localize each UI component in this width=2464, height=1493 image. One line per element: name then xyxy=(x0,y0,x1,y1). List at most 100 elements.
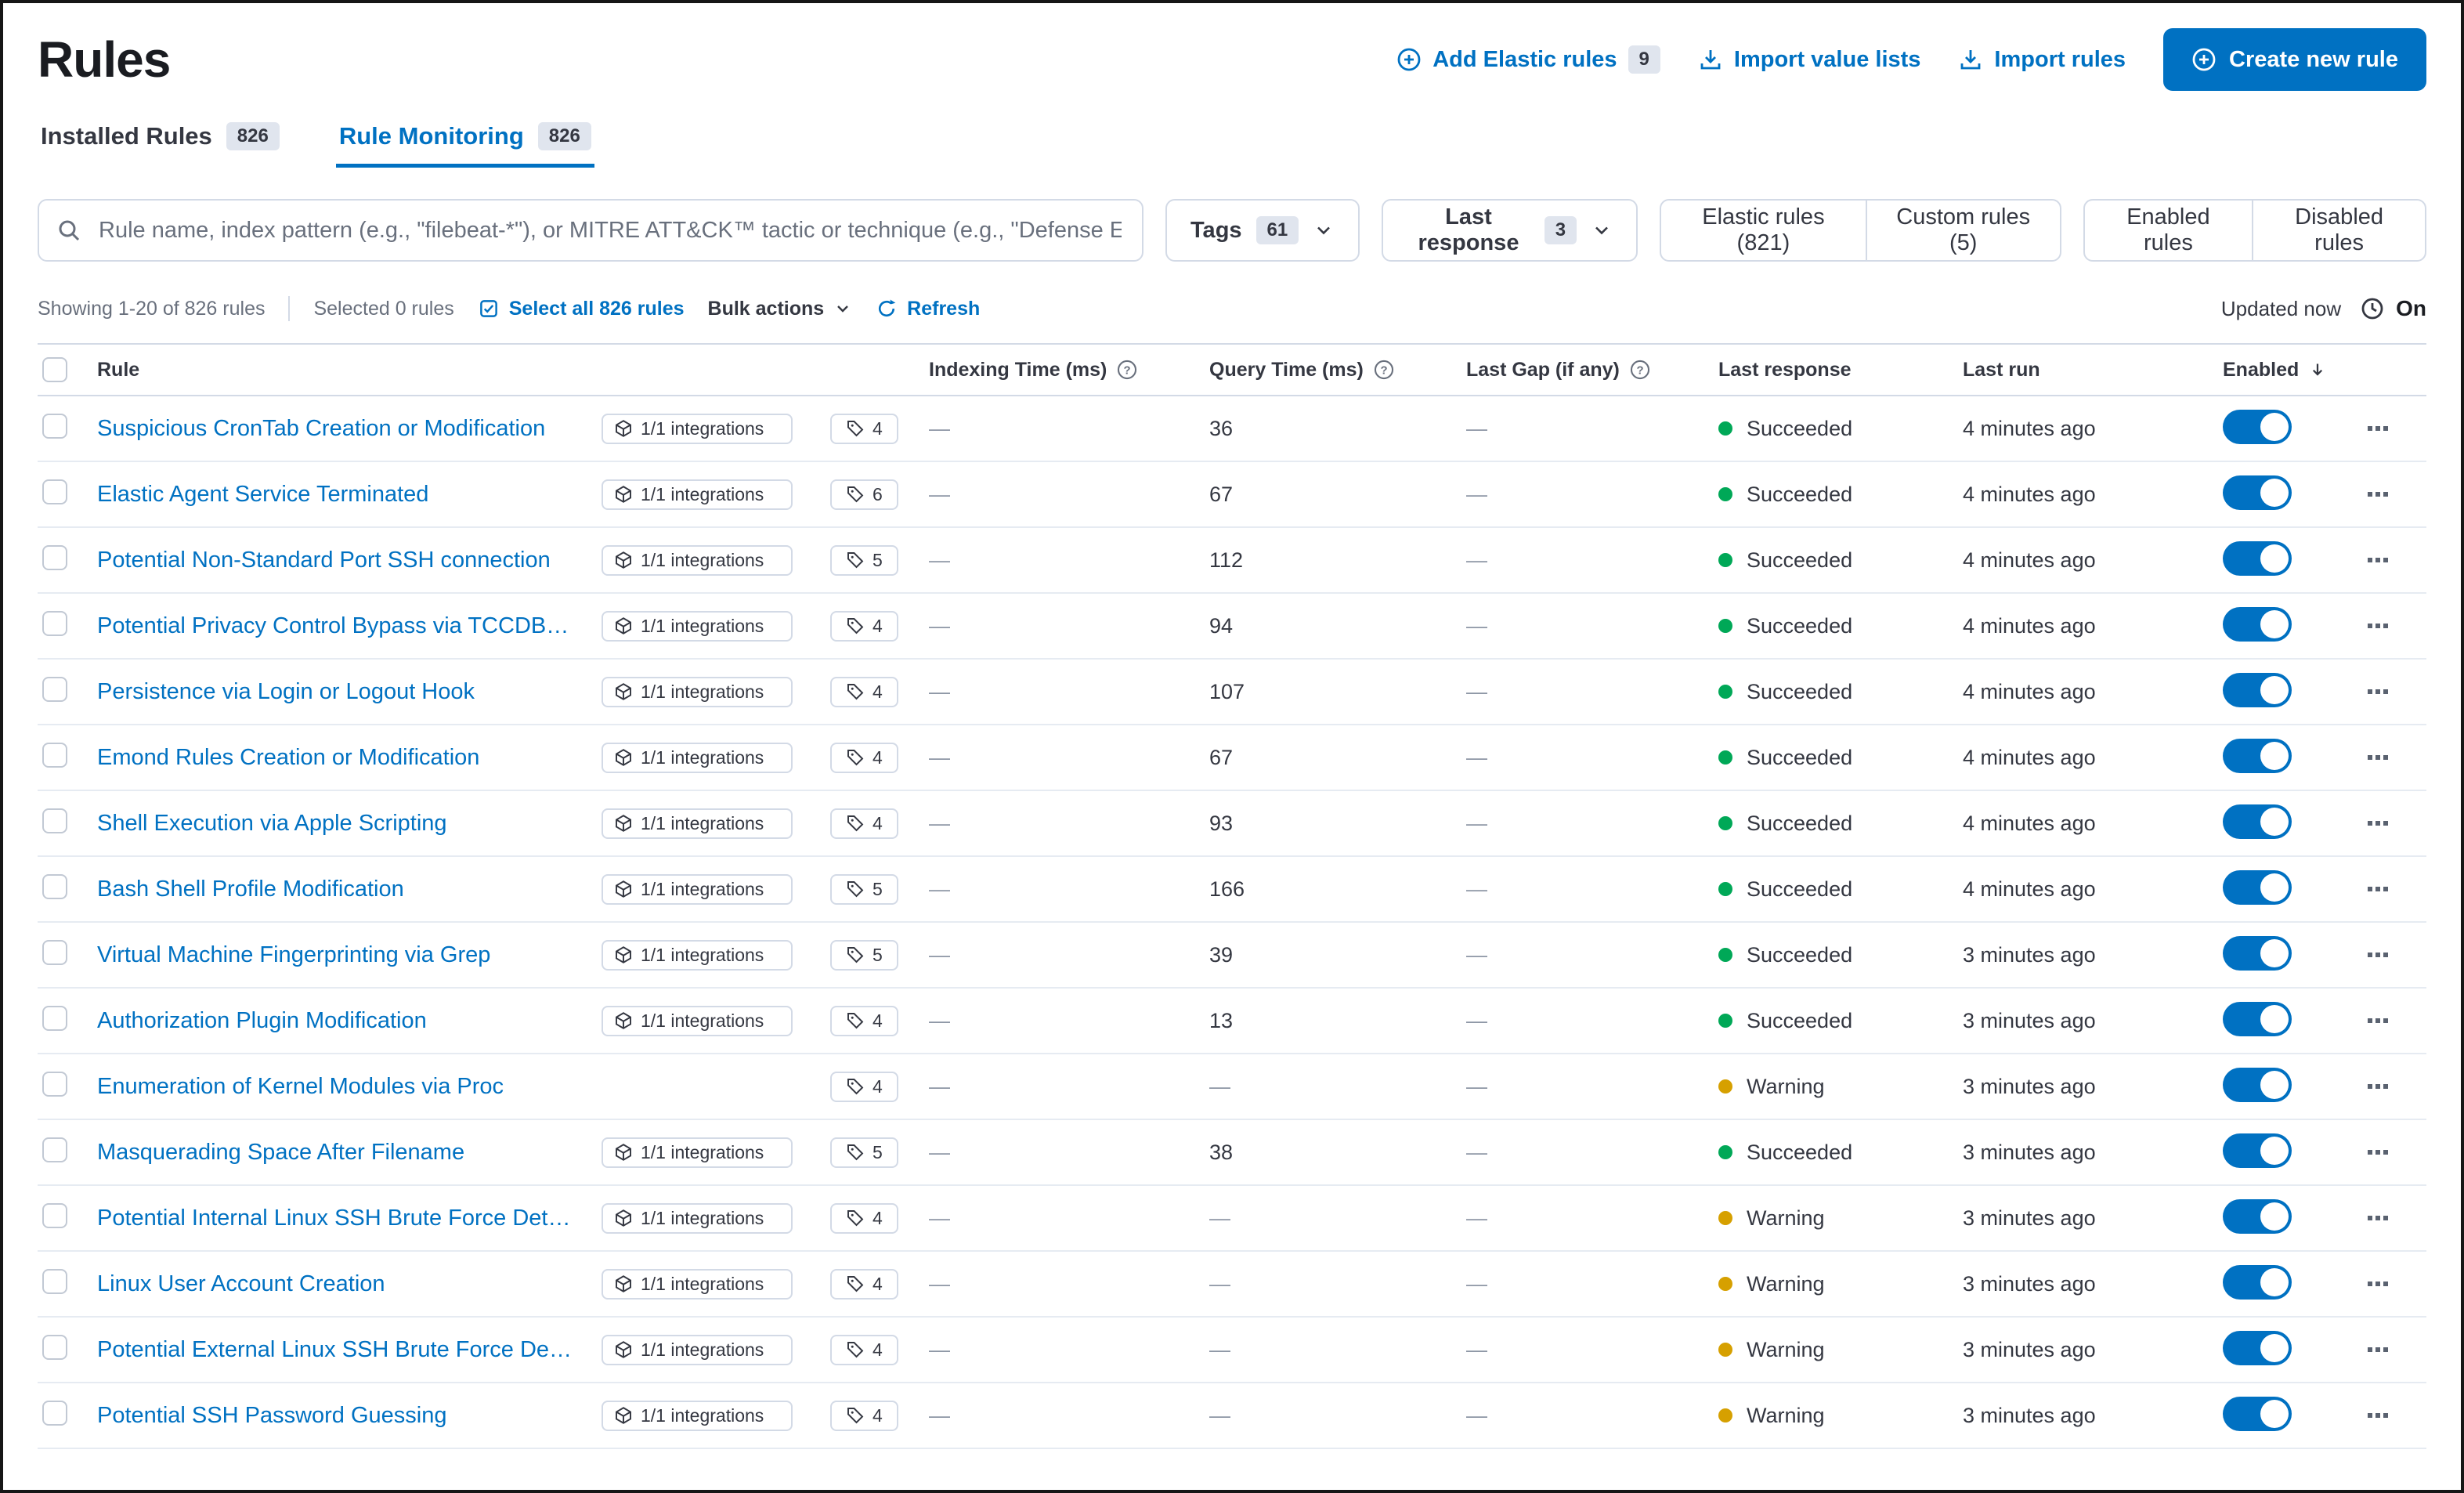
column-header-query-time[interactable]: Query Time (ms) ? xyxy=(1209,359,1466,381)
integrations-badge[interactable]: 1/1 integrations xyxy=(602,1268,793,1300)
tab-rule-monitoring[interactable]: Rule Monitoring 826 xyxy=(335,110,594,168)
enabled-toggle[interactable] xyxy=(2223,1330,2292,1365)
row-checkbox[interactable] xyxy=(42,1400,67,1426)
row-actions-button[interactable] xyxy=(2357,1198,2398,1238)
refresh-button[interactable]: Refresh xyxy=(876,298,980,320)
tags-badge[interactable]: 6 xyxy=(830,479,898,510)
column-header-indexing-time[interactable]: Indexing Time (ms) ? xyxy=(929,359,1209,381)
question-in-circle-icon[interactable]: ? xyxy=(1629,359,1651,381)
row-actions-button[interactable] xyxy=(2357,737,2398,778)
rule-name-link[interactable]: Enumeration of Kernel Modules via Proc xyxy=(97,1074,592,1100)
select-all-checkbox[interactable] xyxy=(42,357,67,382)
rule-name-link[interactable]: Potential Privacy Control Bypass via TCC… xyxy=(97,613,592,639)
enabled-rules-filter[interactable]: Enabled rules xyxy=(2085,201,2253,260)
enabled-toggle[interactable] xyxy=(2223,1067,2292,1102)
row-actions-button[interactable] xyxy=(2357,474,2398,515)
import-rules-button[interactable]: Import rules xyxy=(1958,47,2126,73)
column-header-enabled[interactable]: Enabled xyxy=(2223,359,2357,381)
select-all-rules-button[interactable]: Select all 826 rules xyxy=(478,298,685,320)
tags-badge[interactable]: 4 xyxy=(830,676,898,707)
tags-badge[interactable]: 4 xyxy=(830,610,898,642)
tags-badge[interactable]: 5 xyxy=(830,939,898,971)
enabled-toggle[interactable] xyxy=(2223,1264,2292,1300)
row-checkbox[interactable] xyxy=(42,479,67,504)
integrations-badge[interactable]: 1/1 integrations xyxy=(602,544,793,576)
row-actions-button[interactable] xyxy=(2357,1263,2398,1304)
auto-refresh-button[interactable]: On xyxy=(2360,296,2426,321)
integrations-badge[interactable]: 1/1 integrations xyxy=(602,676,793,707)
tags-badge[interactable]: 4 xyxy=(830,413,898,444)
row-checkbox[interactable] xyxy=(42,808,67,833)
rule-name-link[interactable]: Bash Shell Profile Modification xyxy=(97,877,592,902)
column-header-last-run[interactable]: Last run xyxy=(1963,359,2223,381)
integrations-badge[interactable]: 1/1 integrations xyxy=(602,939,793,971)
rule-name-link[interactable]: Potential External Linux SSH Brute Force… xyxy=(97,1337,592,1363)
tags-badge[interactable]: 4 xyxy=(830,1005,898,1036)
integrations-badge[interactable]: 1/1 integrations xyxy=(602,742,793,773)
rule-name-link[interactable]: Virtual Machine Fingerprinting via Grep xyxy=(97,942,592,968)
enabled-toggle[interactable] xyxy=(2223,935,2292,971)
row-checkbox[interactable] xyxy=(42,1071,67,1097)
row-actions-button[interactable] xyxy=(2357,1395,2398,1436)
enabled-toggle[interactable] xyxy=(2223,1133,2292,1168)
rule-name-link[interactable]: Potential SSH Password Guessing xyxy=(97,1403,592,1429)
tags-badge[interactable]: 5 xyxy=(830,1137,898,1168)
enabled-toggle[interactable] xyxy=(2223,672,2292,707)
tags-badge[interactable]: 4 xyxy=(830,1202,898,1234)
row-actions-button[interactable] xyxy=(2357,540,2398,580)
custom-rules-filter[interactable]: Custom rules (5) xyxy=(1865,201,2060,260)
column-header-last-response[interactable]: Last response xyxy=(1718,359,1963,381)
rule-name-link[interactable]: Persistence via Login or Logout Hook xyxy=(97,679,592,705)
tab-installed-rules[interactable]: Installed Rules 826 xyxy=(38,110,283,168)
question-in-circle-icon[interactable]: ? xyxy=(1373,359,1395,381)
row-checkbox[interactable] xyxy=(42,676,67,702)
row-actions-button[interactable] xyxy=(2357,1000,2398,1041)
tags-badge[interactable]: 4 xyxy=(830,1071,898,1102)
enabled-toggle[interactable] xyxy=(2223,804,2292,839)
last-response-filter-button[interactable]: Last response 3 xyxy=(1382,199,1638,262)
enabled-toggle[interactable] xyxy=(2223,869,2292,905)
tags-badge[interactable]: 5 xyxy=(830,544,898,576)
create-new-rule-button[interactable]: Create new rule xyxy=(2163,28,2426,91)
bulk-actions-button[interactable]: Bulk actions xyxy=(708,298,853,320)
rule-name-link[interactable]: Emond Rules Creation or Modification xyxy=(97,745,592,771)
rule-name-link[interactable]: Shell Execution via Apple Scripting xyxy=(97,811,592,837)
tags-badge[interactable]: 4 xyxy=(830,742,898,773)
column-header-rule[interactable]: Rule xyxy=(97,359,929,381)
integrations-badge[interactable]: 1/1 integrations xyxy=(602,479,793,510)
tags-filter-button[interactable]: Tags 61 xyxy=(1165,199,1360,262)
column-header-last-gap[interactable]: Last Gap (if any) ? xyxy=(1466,359,1718,381)
rule-name-link[interactable]: Potential Non-Standard Port SSH connecti… xyxy=(97,548,592,573)
row-checkbox[interactable] xyxy=(42,1268,67,1294)
rule-name-link[interactable]: Potential Internal Linux SSH Brute Force… xyxy=(97,1206,592,1231)
enabled-toggle[interactable] xyxy=(2223,475,2292,510)
row-checkbox[interactable] xyxy=(42,544,67,570)
rule-name-link[interactable]: Linux User Account Creation xyxy=(97,1271,592,1297)
integrations-badge[interactable]: 1/1 integrations xyxy=(602,808,793,839)
row-actions-button[interactable] xyxy=(2357,803,2398,844)
row-checkbox[interactable] xyxy=(42,1202,67,1228)
row-actions-button[interactable] xyxy=(2357,869,2398,909)
enabled-toggle[interactable] xyxy=(2223,1396,2292,1431)
elastic-rules-filter[interactable]: Elastic rules (821) xyxy=(1661,201,1866,260)
enabled-toggle[interactable] xyxy=(2223,540,2292,576)
rule-name-link[interactable]: Elastic Agent Service Terminated xyxy=(97,482,592,508)
row-actions-button[interactable] xyxy=(2357,1066,2398,1107)
row-checkbox[interactable] xyxy=(42,873,67,899)
add-elastic-rules-button[interactable]: Add Elastic rules 9 xyxy=(1396,45,1660,74)
integrations-badge[interactable]: 1/1 integrations xyxy=(602,1334,793,1365)
row-actions-button[interactable] xyxy=(2357,934,2398,975)
tags-badge[interactable]: 5 xyxy=(830,873,898,905)
row-actions-button[interactable] xyxy=(2357,1329,2398,1370)
integrations-badge[interactable]: 1/1 integrations xyxy=(602,1137,793,1168)
rule-name-link[interactable]: Masquerading Space After Filename xyxy=(97,1140,592,1166)
search-input[interactable] xyxy=(96,215,1125,245)
integrations-badge[interactable]: 1/1 integrations xyxy=(602,413,793,444)
tags-badge[interactable]: 4 xyxy=(830,1268,898,1300)
tags-badge[interactable]: 4 xyxy=(830,808,898,839)
tags-badge[interactable]: 4 xyxy=(830,1334,898,1365)
row-checkbox[interactable] xyxy=(42,413,67,439)
row-checkbox[interactable] xyxy=(42,939,67,965)
import-value-lists-button[interactable]: Import value lists xyxy=(1698,47,1920,73)
integrations-badge[interactable]: 1/1 integrations xyxy=(602,1202,793,1234)
